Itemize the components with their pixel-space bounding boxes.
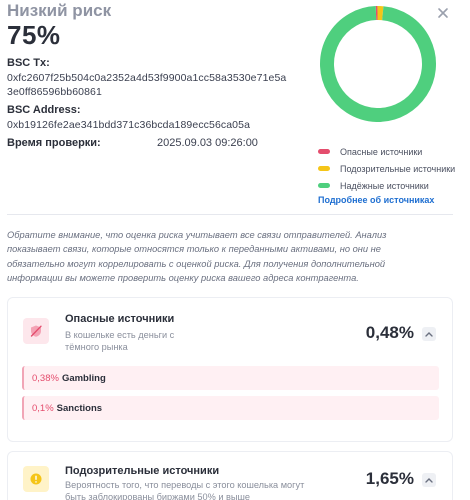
dangerous-sources-card: Опасные источники В кошельке есть деньги… <box>7 297 453 442</box>
check-time-label: Время проверки: <box>7 137 101 149</box>
source-percent: 0,1% <box>32 402 54 414</box>
legend-swatch-suspicious <box>318 166 330 171</box>
sources-more-link[interactable]: Подробнее об источниках <box>318 195 455 205</box>
address-value: 0xb19126fe2ae341bdd371c36bcda189ecc56ca0… <box>7 119 251 131</box>
risk-level-title: Низкий риск <box>7 1 112 20</box>
check-time-row: Время проверки: 2025.09.03 09:26:00 <box>7 137 297 149</box>
source-row-sanctions: 0,1% Sanctions <box>22 396 439 420</box>
legend-item-trusted: Надёжные источники <box>318 177 455 194</box>
chevron-up-icon <box>425 478 433 483</box>
tx-label: BSC Tx: <box>7 57 50 69</box>
warning-icon <box>23 466 49 492</box>
donut-slice-trusted <box>320 6 436 122</box>
suspicious-card-title: Подозрительные источники <box>65 465 220 477</box>
dangerous-card-percent: 0,48% <box>365 323 414 342</box>
tx-hash-line-1: 0xfc2607f25b504c0a2352a4d53f9900a1cc58a3… <box>7 72 287 84</box>
chevron-up-icon <box>425 332 433 337</box>
suspicious-card-description: Вероятность того, что переводы с этого к… <box>65 480 305 500</box>
source-row-gambling: 0,38% Gambling <box>22 366 439 390</box>
legend: Опасные источники Подозрительные источни… <box>318 143 455 205</box>
legend-label-dangerous: Опасные источники <box>340 146 423 157</box>
legend-swatch-trusted <box>318 183 330 188</box>
blocked-shield-icon <box>23 318 49 344</box>
check-time-value: 2025.09.03 09:26:00 <box>157 137 258 149</box>
address-label: BSC Address: <box>7 104 81 116</box>
source-percent: 0,38% <box>32 372 59 384</box>
divider <box>7 214 453 215</box>
legend-item-suspicious: Подозрительные источники <box>318 160 455 177</box>
suspicious-sources-card: Подозрительные источники Вероятность тог… <box>7 451 453 500</box>
dangerous-collapse-button[interactable] <box>422 327 436 341</box>
legend-label-suspicious: Подозрительные источники <box>340 163 456 174</box>
tx-hash-line-2: 3e0ff86596bb60861 <box>7 86 102 98</box>
suspicious-card-percent: 1,65% <box>365 469 414 488</box>
source-name: Gambling <box>61 372 106 384</box>
dangerous-card-title: Опасные источники <box>65 313 175 325</box>
close-icon[interactable] <box>436 6 450 20</box>
legend-label-trusted: Надёжные источники <box>340 180 429 191</box>
risk-notice: Обратите внимание, что оценка риска учит… <box>7 230 387 283</box>
risk-score: 75% <box>7 20 61 50</box>
source-name: Sanctions <box>56 402 103 414</box>
risk-donut-chart <box>318 4 438 124</box>
legend-item-dangerous: Опасные источники <box>318 143 455 160</box>
legend-swatch-dangerous <box>318 149 330 154</box>
dangerous-card-description: В кошельке есть деньги с тёмного рынка <box>65 330 175 352</box>
suspicious-collapse-button[interactable] <box>422 473 436 487</box>
